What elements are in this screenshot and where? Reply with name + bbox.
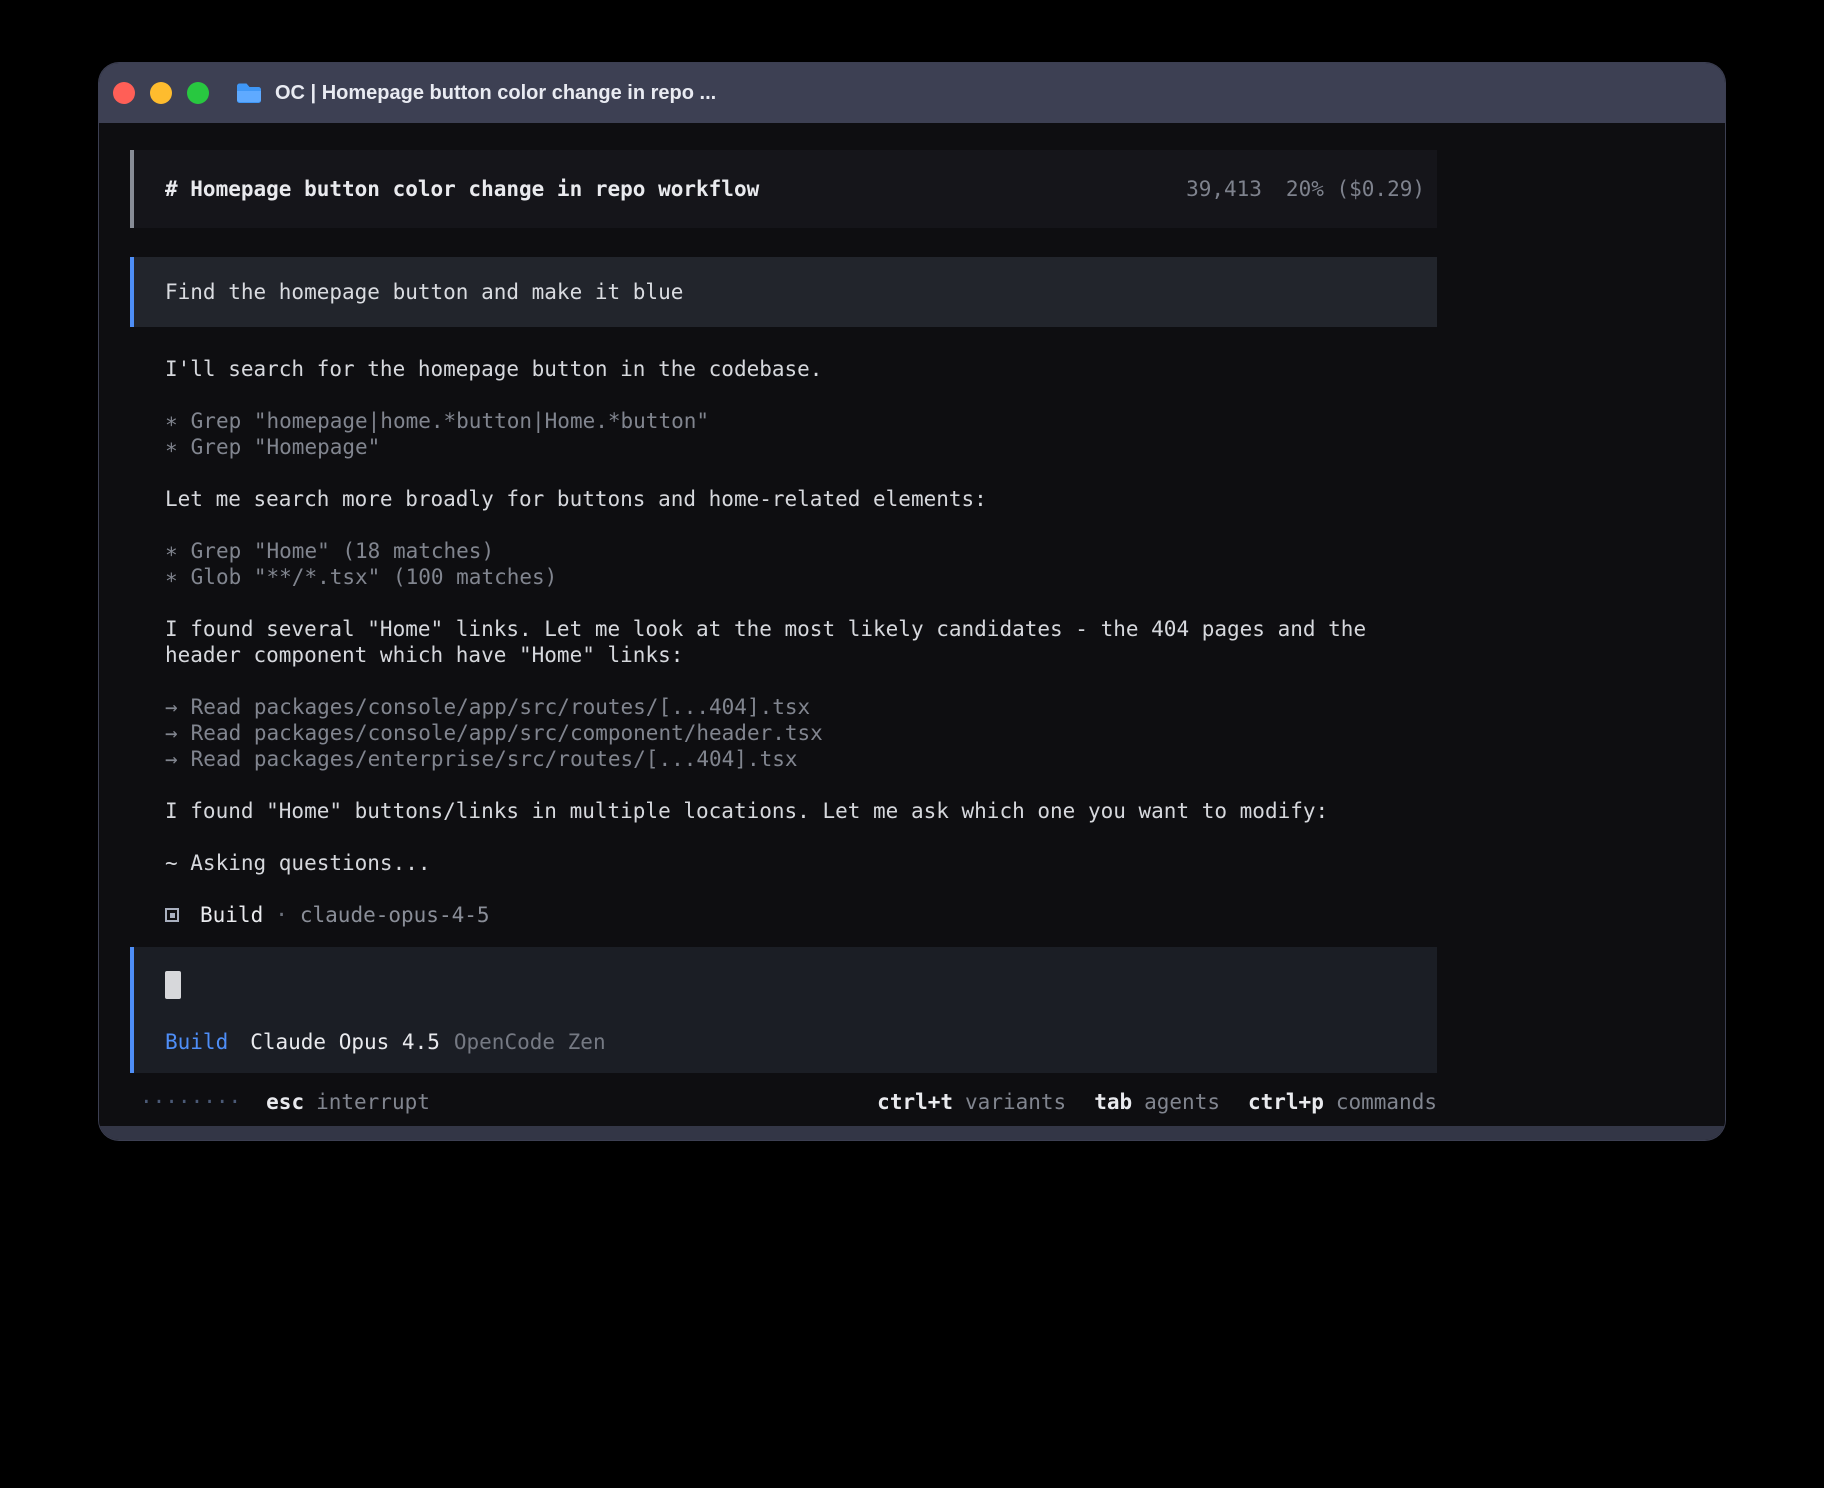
- minimize-button[interactable]: [150, 82, 172, 104]
- esc-key: esc: [266, 1089, 304, 1115]
- titlebar-title-group: OC | Homepage button color change in rep…: [235, 82, 716, 105]
- agent-name: Build: [200, 902, 263, 928]
- tool-asterisk-icon: ∗: [165, 408, 178, 434]
- status-bar-left: ········ esc interrupt: [140, 1089, 430, 1115]
- tool-call: → Read packages/console/app/src/routes/[…: [165, 694, 1437, 720]
- tool-call-text: Grep "Home" (18 matches): [191, 538, 494, 564]
- assistant-paragraph: I'll search for the homepage button in t…: [130, 356, 1437, 382]
- arrow-right-icon: →: [165, 720, 178, 746]
- window-title: OC | Homepage button color change in rep…: [275, 82, 716, 105]
- hint-key: tab: [1094, 1089, 1132, 1115]
- tool-call-text: Read packages/console/app/src/component/…: [191, 720, 823, 746]
- tool-call-text: Grep "Homepage": [191, 434, 381, 460]
- spinner-dots: ········: [140, 1089, 241, 1115]
- editor-agent-label[interactable]: Build: [165, 1029, 228, 1055]
- folder-icon: [235, 82, 263, 104]
- arrow-right-icon: →: [165, 694, 178, 720]
- arrow-right-icon: →: [165, 746, 178, 772]
- close-button[interactable]: [113, 82, 135, 104]
- agent-status-line: Build · claude-opus-4-5: [130, 902, 1437, 928]
- agents-hint: tab agents: [1094, 1089, 1220, 1115]
- tool-call-text: Read packages/console/app/src/routes/[..…: [191, 694, 811, 720]
- tool-call: ∗ Glob "**/*.tsx" (100 matches): [165, 564, 1437, 590]
- interrupt-hint: esc interrupt: [266, 1089, 430, 1115]
- tool-call: ∗ Grep "homepage|home.*button|Home.*butt…: [165, 408, 1437, 434]
- tool-asterisk-icon: ∗: [165, 538, 178, 564]
- tool-call-group: ∗ Grep "Home" (18 matches) ∗ Glob "**/*.…: [130, 538, 1437, 590]
- session-stats: 39,413 20% ($0.29): [1186, 176, 1425, 202]
- tool-call: ∗ Grep "Home" (18 matches): [165, 538, 1437, 564]
- hint-label: agents: [1144, 1089, 1220, 1115]
- editor-meta: Build Claude Opus 4.5 OpenCode Zen: [165, 1029, 1437, 1055]
- status-bar-right: ctrl+t variants tab agents ctrl+p comman…: [877, 1089, 1437, 1115]
- token-count: 39,413: [1186, 176, 1262, 202]
- traffic-lights: [113, 82, 209, 104]
- commands-hint: ctrl+p commands: [1248, 1089, 1437, 1115]
- esc-key-label: interrupt: [316, 1089, 430, 1115]
- hint-key: ctrl+p: [1248, 1089, 1324, 1115]
- tool-call-text: Glob "**/*.tsx" (100 matches): [191, 564, 558, 590]
- agent-model: claude-opus-4-5: [300, 902, 490, 928]
- tool-call-group: → Read packages/console/app/src/routes/[…: [130, 694, 1437, 772]
- assistant-status-line: ~ Asking questions...: [130, 850, 1437, 876]
- hint-label: variants: [965, 1089, 1066, 1115]
- user-message-text: Find the homepage button and make it blu…: [165, 279, 683, 305]
- variants-hint: ctrl+t variants: [877, 1089, 1066, 1115]
- tool-call: → Read packages/enterprise/src/routes/[.…: [165, 746, 1437, 772]
- assistant-paragraph: Let me search more broadly for buttons a…: [130, 486, 1437, 512]
- hint-label: commands: [1336, 1089, 1437, 1115]
- tool-asterisk-icon: ∗: [165, 564, 178, 590]
- agent-separator: ·: [275, 902, 288, 928]
- assistant-paragraph: I found "Home" buttons/links in multiple…: [130, 798, 1437, 824]
- tool-call-text: Read packages/enterprise/src/routes/[...…: [191, 746, 798, 772]
- window-titlebar[interactable]: OC | Homepage button color change in rep…: [99, 63, 1725, 123]
- editor-provider-label: OpenCode Zen: [454, 1029, 606, 1055]
- session-header: # Homepage button color change in repo w…: [130, 150, 1437, 228]
- terminal-body: # Homepage button color change in repo w…: [99, 123, 1725, 1126]
- status-bar: ········ esc interrupt ctrl+t variants t…: [130, 1089, 1437, 1115]
- user-message: Find the homepage button and make it blu…: [130, 257, 1437, 327]
- editor-model-label[interactable]: Claude Opus 4.5: [250, 1029, 440, 1055]
- assistant-paragraph: I found several "Home" links. Let me loo…: [130, 616, 1437, 668]
- context-cost: 20% ($0.29): [1286, 176, 1425, 202]
- session-content: # Homepage button color change in repo w…: [130, 123, 1437, 1115]
- tool-asterisk-icon: ∗: [165, 434, 178, 460]
- window-bottom-edge: [99, 1126, 1725, 1140]
- build-agent-icon: [165, 908, 179, 922]
- tool-call: ∗ Grep "Homepage": [165, 434, 1437, 460]
- session-title: # Homepage button color change in repo w…: [165, 176, 759, 202]
- prompt-input[interactable]: Build Claude Opus 4.5 OpenCode Zen: [130, 947, 1437, 1073]
- zoom-button[interactable]: [187, 82, 209, 104]
- text-cursor: [165, 971, 181, 999]
- terminal-window: OC | Homepage button color change in rep…: [99, 63, 1725, 1140]
- tool-call-group: ∗ Grep "homepage|home.*button|Home.*butt…: [130, 408, 1437, 460]
- hint-key: ctrl+t: [877, 1089, 953, 1115]
- tool-call-text: Grep "homepage|home.*button|Home.*button…: [191, 408, 709, 434]
- tool-call: → Read packages/console/app/src/componen…: [165, 720, 1437, 746]
